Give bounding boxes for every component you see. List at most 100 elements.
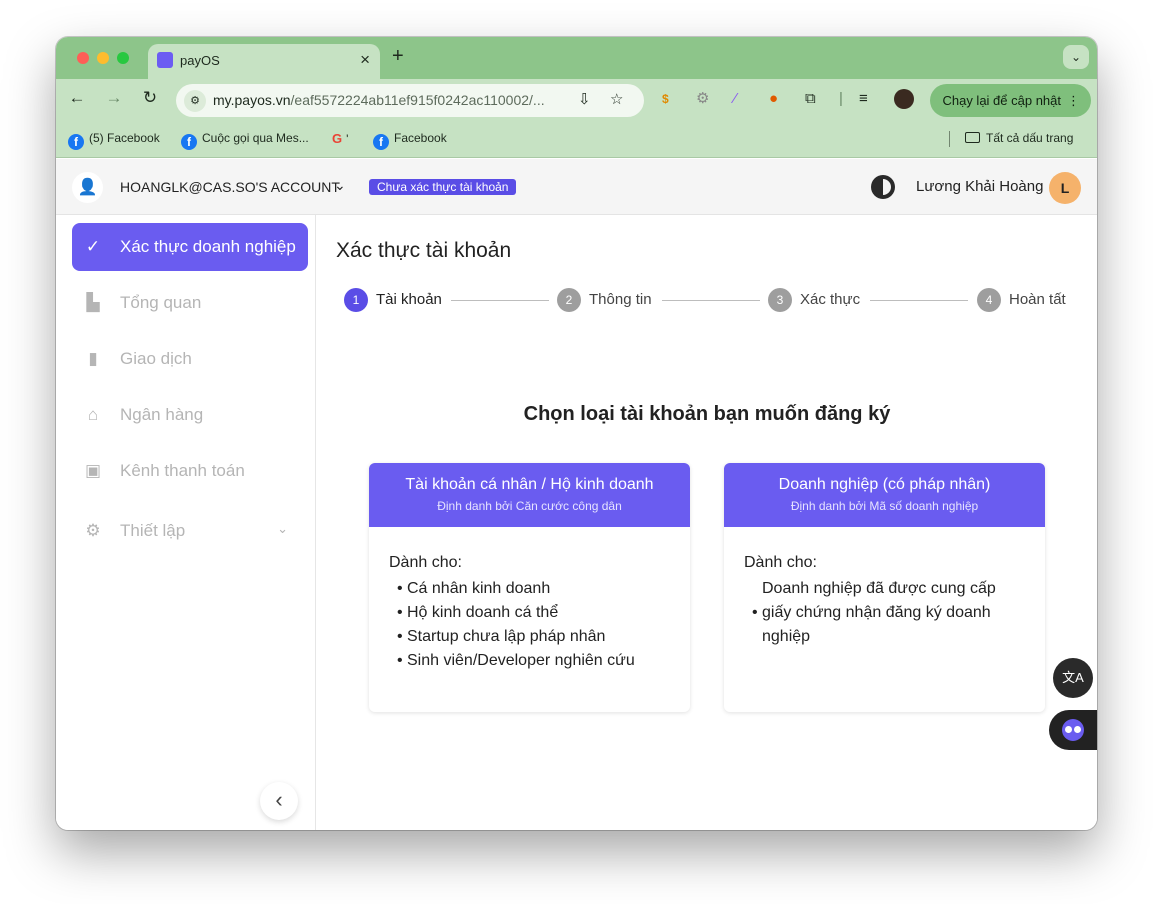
card-for-label: Dành cho: — [389, 554, 462, 571]
browser-window: payOS × + ⌄ ← → ↻ ⚙ my.payos.vn/eaf55722… — [56, 37, 1097, 830]
bookmark-label: ' — [346, 132, 349, 146]
url-path: /eaf5572224ab11ef915f0242ac110002/... — [290, 92, 545, 108]
extension-gear-icon[interactable]: ⚙ — [696, 90, 709, 108]
step-number: 1 — [344, 288, 368, 312]
card-header: Doanh nghiệp (có pháp nhân) Định danh bở… — [724, 463, 1045, 527]
bar-chart-icon: ▮ — [88, 349, 98, 368]
sidebar-item-label: Xác thực doanh nghiệp — [120, 237, 296, 256]
all-bookmarks-label: Tất cả dấu trang — [986, 131, 1074, 145]
extension-pen-icon[interactable]: ⁄ — [734, 90, 737, 108]
bookmarks-bar: f (5) Facebook f Cuộc gọi qua Mes... G ' fF… — [56, 121, 1097, 158]
bookmark-item[interactable]: G ' — [332, 131, 348, 146]
profile-avatar-icon[interactable] — [894, 89, 914, 109]
toolbar-divider: | — [839, 90, 843, 107]
sidebar-item-label: Kênh thanh toán — [120, 461, 245, 480]
sidebar-item-overview[interactable]: ▙ Tổng quan — [72, 279, 308, 327]
reload-icon[interactable]: ↻ — [139, 88, 161, 108]
address-url[interactable]: my.payos.vn/eaf5572224ab11ef915f0242ac11… — [213, 92, 545, 108]
main-content: Xác thực tài khoản 1 Tài khoản 2 Thông t… — [317, 215, 1097, 830]
close-window-button[interactable] — [77, 52, 89, 64]
update-button[interactable]: Chạy lại để cập nhật ⋮ — [930, 84, 1091, 117]
list-item: Hộ kinh doanh cá thể — [389, 601, 679, 625]
sidebar-item-payment-channels[interactable]: ▣ Kênh thanh toán — [72, 447, 308, 495]
sidebar: ✓ Xác thực doanh nghiệp ▙ Tổng quan ▮ Gi… — [56, 215, 316, 830]
minimize-window-button[interactable] — [97, 52, 109, 64]
card-subtitle: Định danh bởi Mã số doanh nghiệp — [790, 499, 979, 513]
install-app-icon[interactable]: ⇩ — [578, 90, 591, 108]
collapse-sidebar-button[interactable]: ‹ — [260, 782, 298, 820]
folder-icon — [965, 132, 980, 143]
tab-close-icon[interactable]: × — [360, 50, 370, 70]
personal-account-card[interactable]: Tài khoản cá nhân / Hộ kinh doanh Định d… — [369, 463, 690, 712]
facebook-icon: f — [181, 134, 197, 150]
step-label: Tài khoản — [376, 291, 442, 308]
list-item: giấy chứng nhận đăng ký doanh — [744, 601, 1034, 625]
user-name[interactable]: Lương Khải Hoàng — [916, 178, 1043, 195]
all-bookmarks-button[interactable]: Tất cả dấu trang — [965, 131, 1073, 145]
back-arrow-icon[interactable]: ← — [66, 88, 88, 108]
forward-arrow-icon[interactable]: → — [103, 88, 125, 108]
card-for-label: Dành cho: — [744, 554, 817, 571]
card-list: Cá nhân kinh doanh Hộ kinh doanh cá thể … — [389, 577, 679, 673]
url-host: my.payos.vn — [213, 92, 291, 108]
sidebar-item-bank[interactable]: ⌂ Ngân hàng — [72, 391, 308, 439]
gear-icon: ⚙ — [85, 521, 101, 540]
account-person-icon[interactable]: 👤 — [72, 172, 103, 203]
sidebar-item-label: Tổng quan — [120, 293, 202, 312]
bookmark-item[interactable]: f (5) Facebook — [68, 131, 160, 150]
new-tab-button[interactable]: + — [392, 45, 404, 68]
card-list: Doanh nghiệp đã được cung cấp giấy chứng… — [744, 577, 1034, 649]
sidebar-item-label: Giao dịch — [120, 349, 192, 368]
step-label: Thông tin — [589, 291, 652, 308]
facebook-icon: f — [68, 134, 84, 150]
card-header: Tài khoản cá nhân / Hộ kinh doanh Định d… — [369, 463, 690, 527]
page-title: Xác thực tài khoản — [336, 239, 512, 262]
assistant-face-icon — [1062, 719, 1084, 741]
more-menu-icon[interactable]: ⋮ — [1067, 84, 1080, 117]
update-button-label: Chạy lại để cập nhật — [942, 93, 1061, 108]
sidebar-item-settings[interactable]: ⚙ Thiết lập ⌄ — [72, 507, 308, 555]
sidebar-item-transactions[interactable]: ▮ Giao dịch — [72, 335, 308, 383]
bookmark-label: (5) Facebook — [89, 131, 160, 145]
step-number: 3 — [768, 288, 792, 312]
sidebar-item-label: Thiết lập — [120, 521, 186, 540]
bookmarks-divider — [949, 131, 950, 147]
section-title: Chọn loại tài khoản bạn muốn đăng ký — [523, 403, 891, 425]
address-bar[interactable]: ⚙ my.payos.vn/eaf5572224ab11ef915f0242ac… — [176, 84, 644, 117]
extensions-puzzle-icon[interactable]: ⧉ — [805, 90, 816, 108]
account-name[interactable]: HOANGLK@CAS.SO'S ACCOUNT — [120, 179, 340, 195]
tab-search-button[interactable]: ⌄ — [1063, 45, 1089, 69]
extension-flame-icon[interactable]: ● — [769, 90, 778, 108]
list-item: Startup chưa lập pháp nhân — [389, 625, 679, 649]
stepper-connector — [662, 300, 760, 301]
list-item: Doanh nghiệp đã được cung cấp — [762, 580, 996, 597]
bookmark-item[interactable]: f Facebook — [373, 131, 447, 150]
site-settings-icon[interactable]: ⚙ — [184, 90, 206, 112]
card-subtitle: Định danh bởi Căn cước công dân — [437, 499, 622, 513]
step-label: Hoàn tất — [1009, 291, 1066, 308]
browser-tab[interactable]: payOS × — [148, 44, 380, 79]
sidebar-item-label: Ngân hàng — [120, 405, 204, 424]
assistant-extension-button[interactable] — [1049, 710, 1097, 750]
chevron-down-icon[interactable]: ⌄ — [334, 177, 346, 194]
facebook-icon: f — [373, 134, 389, 150]
wallet-icon: ▣ — [84, 461, 102, 480]
reading-list-icon[interactable]: ≡ — [859, 90, 868, 108]
bookmark-star-icon[interactable]: ☆ — [610, 90, 623, 108]
business-account-card[interactable]: Doanh nghiệp (có pháp nhân) Định danh bở… — [724, 463, 1045, 712]
maximize-window-button[interactable] — [117, 52, 129, 64]
bank-icon: ⌂ — [87, 405, 99, 424]
chevron-down-icon: ⌄ — [277, 521, 288, 536]
avatar[interactable]: L — [1049, 172, 1081, 204]
stepper-connector — [451, 300, 549, 301]
list-item: nghiệp — [762, 628, 811, 645]
bookmark-item[interactable]: f Cuộc gọi qua Mes... — [181, 131, 309, 150]
theme-toggle-icon[interactable] — [871, 175, 895, 199]
card-title: Tài khoản cá nhân / Hộ kinh doanh — [405, 476, 654, 493]
user-check-icon: ✓ — [85, 237, 101, 256]
tab-bar: payOS × + ⌄ — [56, 37, 1097, 79]
extension-coupon-icon[interactable]: $ — [662, 90, 669, 108]
dashboard-icon: ▙ — [86, 293, 100, 312]
translate-icon[interactable]: 文A — [1053, 658, 1093, 698]
sidebar-item-business-verification[interactable]: ✓ Xác thực doanh nghiệp — [72, 223, 308, 271]
